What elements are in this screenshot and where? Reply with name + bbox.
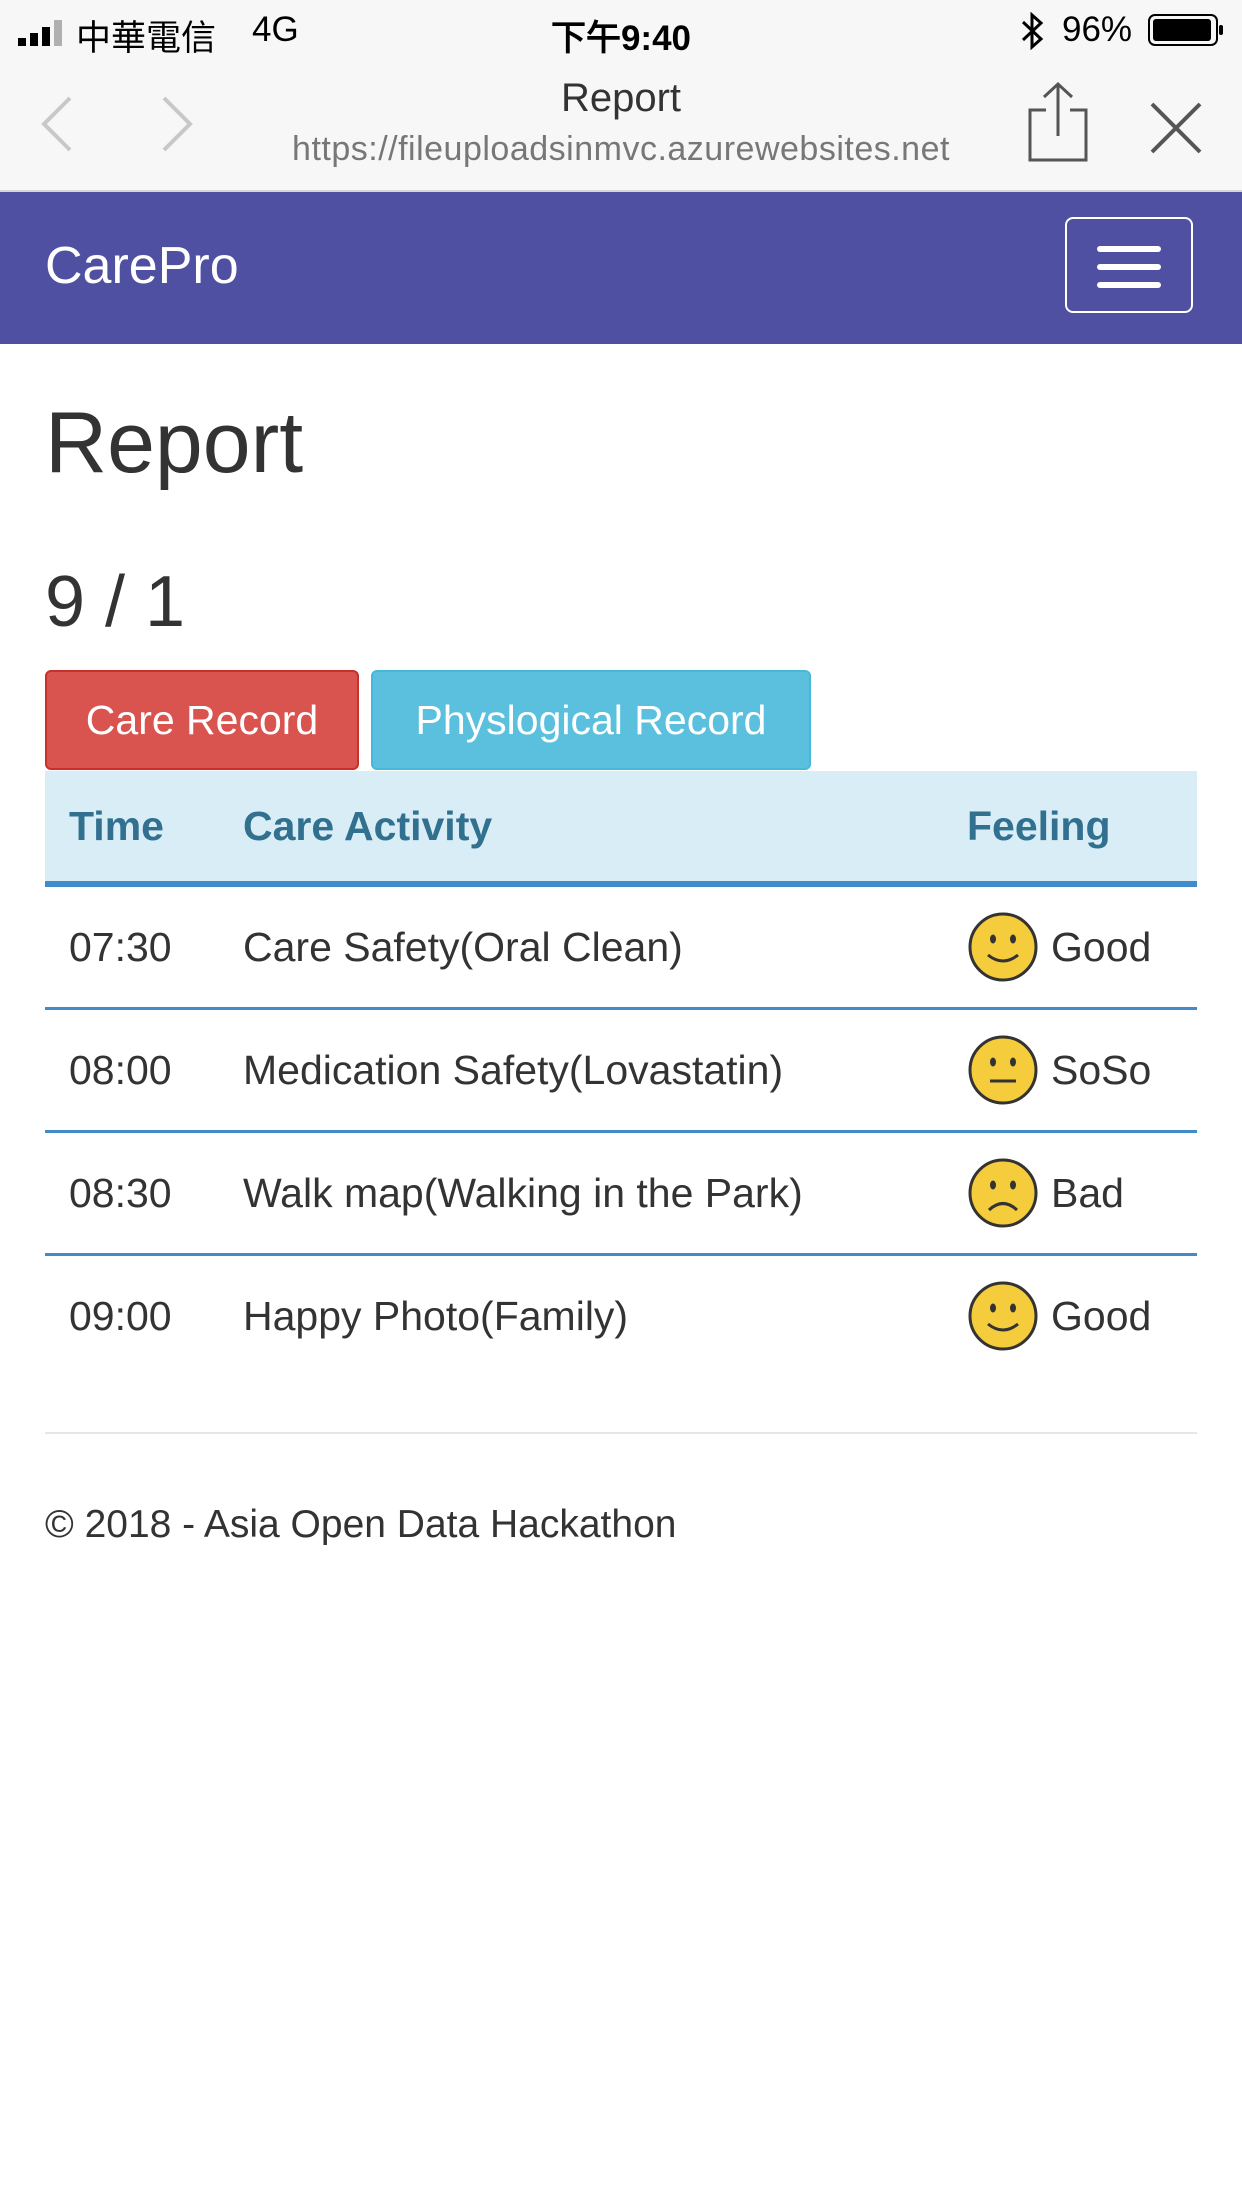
neutral-face-icon xyxy=(968,1035,1038,1105)
row-activity: Care Safety(Oral Clean) xyxy=(219,884,943,1010)
row-time: 08:00 xyxy=(45,1008,219,1133)
status-bar: 中華電信 4G 下午9:40 96% xyxy=(0,0,1242,62)
row-feeling: Good xyxy=(1051,923,1152,970)
table-row: 08:00 Medication Safety(Lovastatin) SoSo xyxy=(45,1008,1197,1133)
app-navbar: CarePro xyxy=(0,192,1242,344)
header-time: Time xyxy=(45,771,219,887)
battery-icon xyxy=(1148,14,1223,46)
footer-divider xyxy=(45,1432,1197,1434)
care-record-button[interactable]: Care Record xyxy=(45,670,359,770)
row-activity: Medication Safety(Lovastatin) xyxy=(219,1008,943,1133)
close-icon[interactable] xyxy=(1148,100,1204,156)
header-care-activity: Care Activity xyxy=(219,771,943,887)
row-activity: Happy Photo(Family) xyxy=(243,1292,629,1339)
row-feeling: Good xyxy=(1051,1292,1152,1339)
status-time: 下午9:40 xyxy=(550,19,692,58)
footer-copyright: © 2018 - Asia Open Data Hackathon xyxy=(45,1503,677,1546)
sad-face-icon xyxy=(968,1158,1038,1228)
hamburger-icon xyxy=(1097,246,1161,252)
row-feeling: Bad xyxy=(1051,1169,1124,1216)
table-header-row: Time Care Activity Feeling xyxy=(45,771,1197,887)
header-feeling: Feeling xyxy=(943,771,1197,887)
bluetooth-icon xyxy=(1021,12,1044,50)
brand-logo[interactable]: CarePro xyxy=(45,236,239,296)
table-row: 08:30 Walk map(Walking in the Park) Bad xyxy=(45,1131,1197,1256)
report-date: 9 / 1 xyxy=(45,562,186,642)
row-time: 09:00 xyxy=(69,1292,172,1339)
row-time: 07:30 xyxy=(45,884,219,1010)
row-activity: Walk map(Walking in the Park) xyxy=(219,1131,943,1256)
menu-toggle-button[interactable] xyxy=(1065,217,1193,313)
table-row: 07:30 Care Safety(Oral Clean) Good xyxy=(45,884,1197,1010)
battery-percentage: 96% xyxy=(1062,10,1133,49)
share-icon[interactable] xyxy=(1026,80,1090,164)
smile-face-icon xyxy=(968,1281,1038,1351)
browser-toolbar: Report https://fileuploadsinmvc.azureweb… xyxy=(0,62,1242,192)
smile-face-icon xyxy=(968,912,1038,982)
physlogical-record-button[interactable]: Physlogical Record xyxy=(371,670,811,770)
row-time: 08:30 xyxy=(45,1131,219,1256)
hamburger-icon xyxy=(1097,264,1161,270)
care-activity-table: Time Care Activity Feeling 07:30 Care Sa… xyxy=(45,771,1197,1376)
table-row: 09:00 Happy Photo(Family) Good xyxy=(45,1255,1197,1377)
row-feeling-cell: Bad xyxy=(943,1131,1197,1256)
row-feeling: SoSo xyxy=(1051,1046,1152,1093)
row-feeling-cell: Good xyxy=(943,1255,1197,1377)
hamburger-icon xyxy=(1097,282,1161,288)
row-feeling-cell: SoSo xyxy=(943,1008,1197,1133)
row-feeling-cell: Good xyxy=(943,884,1197,1010)
page-title: Report xyxy=(45,395,304,491)
